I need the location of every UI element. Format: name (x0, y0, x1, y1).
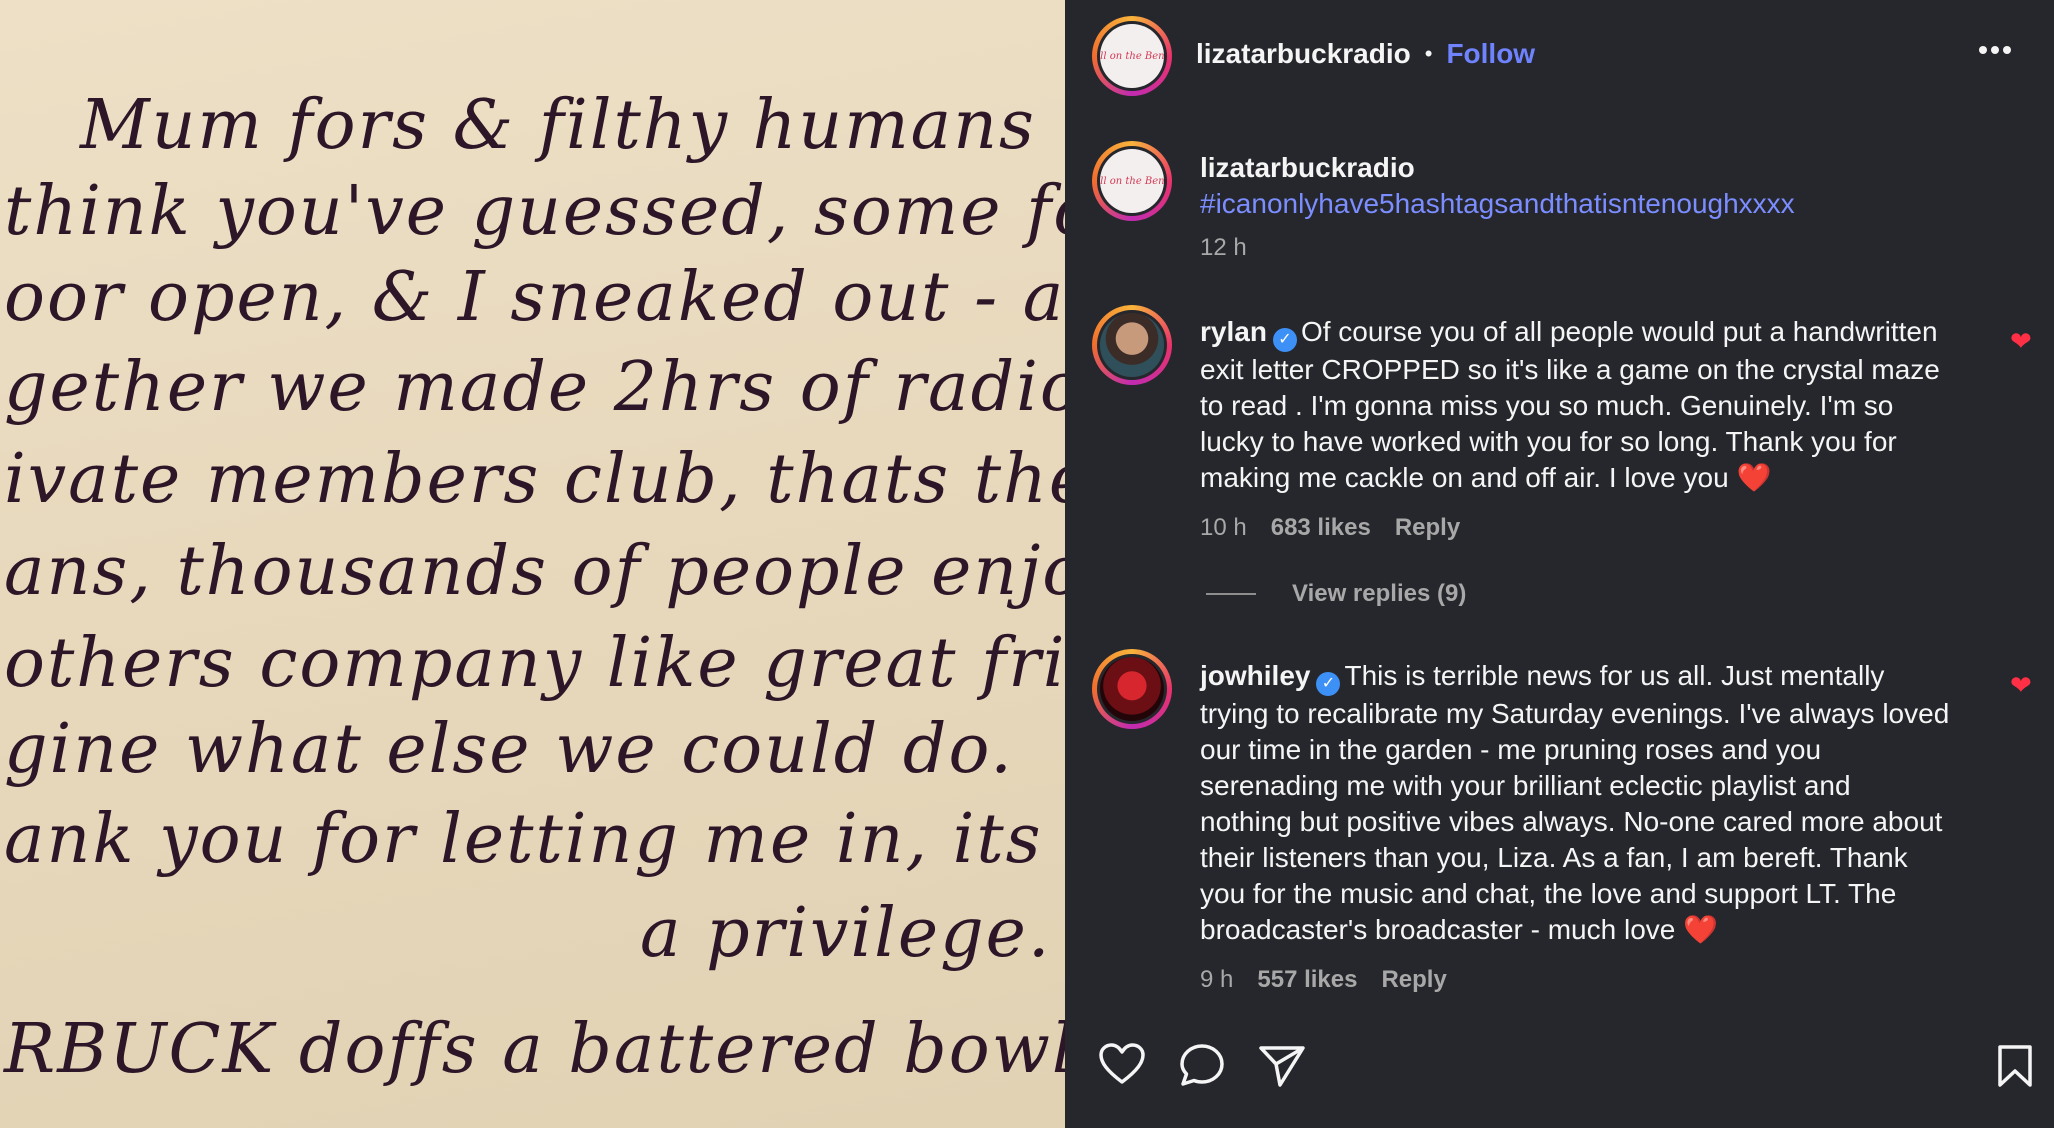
logo-icon: Sall on the Bench (1100, 175, 1164, 187)
heart-icon[interactable] (1098, 1042, 1146, 1086)
comment-time: 9 h (1200, 966, 1234, 993)
comment-username[interactable]: rylan (1200, 316, 1267, 347)
comment-like-heart-icon[interactable]: ❤ (2010, 670, 2032, 701)
comment-line: nothing but positive vibes always. No-on… (1200, 806, 1943, 837)
comment-icon[interactable] (1178, 1042, 1226, 1088)
caption-time: 12 h (1200, 234, 1247, 261)
comment-line: exit letter CROPPED so it's like a game … (1200, 354, 1940, 385)
comment-line: This is terrible news for us all. Just m… (1344, 660, 1885, 691)
comment-line: you for the music and chat, the love and… (1200, 878, 1897, 909)
letter-line: gine what else we could do. (4, 710, 1014, 789)
comment-jowhiley: jowhiley ✓ This is terrible news for us al… (1200, 658, 2030, 994)
post-panel: Sall on the Bench lizatarbuckradio • Fol… (1065, 0, 2054, 1128)
follow-button[interactable]: Follow (1446, 38, 1535, 70)
comment-line: to read . I'm gonna miss you so much. Ge… (1200, 390, 1894, 421)
verified-badge-icon: ✓ (1316, 672, 1341, 696)
comment-line: lucky to have worked with you for so lon… (1200, 426, 1897, 457)
post-image[interactable]: Mum fors & filthy humans think you've gu… (0, 0, 1065, 1128)
comment-line: serenading me with your brilliant eclect… (1200, 770, 1851, 801)
bookmark-icon[interactable] (1995, 1044, 2035, 1088)
reply-button[interactable]: Reply (1395, 514, 1460, 542)
post-header: lizatarbuckradio • Follow (1196, 38, 1535, 70)
comment-line: broadcaster's broadcaster - much love ❤️ (1200, 914, 1718, 945)
comment-rylan: rylan ✓ Of course you of all people would … (1200, 314, 2030, 542)
comment-avatar-jowhiley[interactable] (1092, 649, 1172, 729)
letter-line: oor open, & I sneaked out - a french (4, 258, 1065, 337)
verified-badge-icon: ✓ (1272, 328, 1297, 352)
separator-dot: • (1424, 41, 1433, 66)
comment-meta: 9 h 557 likes Reply (1200, 966, 2030, 994)
comment-line: their listeners than you, Liza. As a fan… (1200, 842, 1908, 873)
caption-username[interactable]: lizatarbuckradio (1200, 152, 1795, 184)
view-replies-row[interactable]: View replies (9) (1206, 580, 1466, 608)
comment-likes[interactable]: 557 likes (1257, 966, 1357, 994)
caption: lizatarbuckradio #icanonlyhave5hashtagsa… (1200, 152, 1795, 262)
caption-avatar[interactable]: Sall on the Bench (1092, 141, 1172, 221)
comment-username[interactable]: jowhiley (1200, 660, 1310, 691)
comment-like-heart-icon[interactable]: ❤ (2010, 326, 2032, 357)
letter-line: gether we made 2hrs of radio feel (4, 348, 1065, 427)
letter-line: Mum fors & filthy humans (80, 86, 1036, 165)
letter-line: a privilege. (640, 894, 1052, 973)
letter-line: others company like great frien (4, 624, 1065, 703)
header-avatar[interactable]: Sall on the Bench (1092, 16, 1172, 96)
more-horizontal-icon[interactable] (1978, 44, 2012, 56)
comment-line: trying to recalibrate my Saturday evenin… (1200, 698, 1950, 729)
letter-line: ans, thousands of people enjoy (4, 532, 1065, 611)
divider-line (1206, 593, 1256, 595)
reply-button[interactable]: Reply (1381, 966, 1446, 994)
comment-line: making me cackle on and off air. I love … (1200, 462, 1772, 493)
letter-line: ank you for letting me in, its b (4, 800, 1065, 879)
send-icon[interactable] (1258, 1044, 1306, 1088)
letter-line: RBUCK doffs a battered bowler hat & bows (4, 1010, 1065, 1089)
comment-line: our time in the garden - me pruning rose… (1200, 734, 1822, 765)
letter-line: ivate members club, thats the Stuf (4, 440, 1065, 519)
comment-likes[interactable]: 683 likes (1271, 514, 1371, 542)
comment-meta: 10 h 683 likes Reply (1200, 514, 2030, 542)
caption-hashtag[interactable]: #icanonlyhave5hashtagsandthatisntenoughx… (1200, 188, 1795, 220)
comment-line: Of course you of all people would put a … (1300, 316, 1938, 347)
logo-icon: Sall on the Bench (1100, 50, 1164, 62)
comment-time: 10 h (1200, 514, 1247, 541)
header-username[interactable]: lizatarbuckradio (1196, 38, 1411, 70)
view-replies-button[interactable]: View replies (9) (1292, 580, 1466, 608)
letter-line: think you've guessed, some fool l (4, 172, 1065, 251)
comment-avatar-rylan[interactable] (1092, 305, 1172, 385)
